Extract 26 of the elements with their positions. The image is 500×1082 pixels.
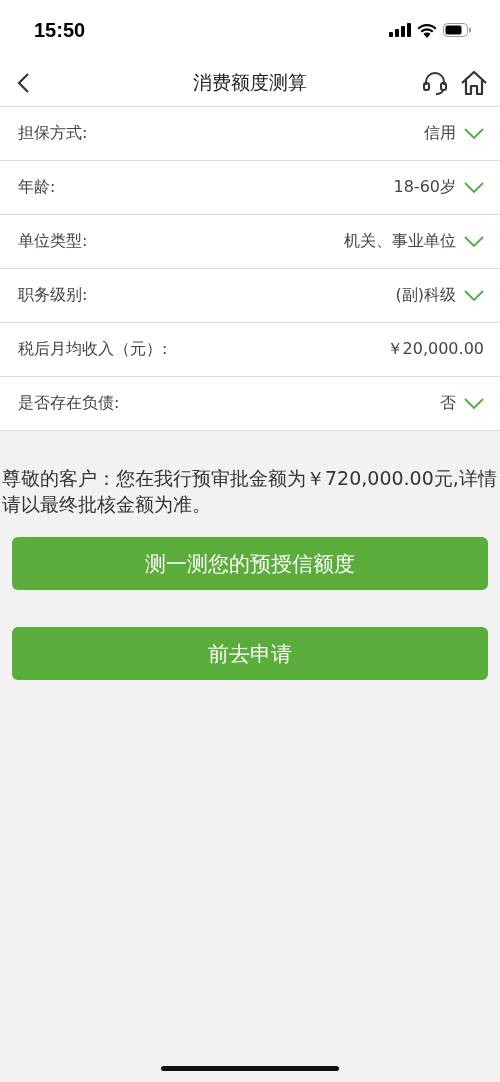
field-label: 年龄: — [18, 177, 56, 198]
select-field[interactable]: (副)科级 — [395, 285, 484, 306]
field-label: 职务级别: — [18, 285, 88, 306]
field-label: 是否存在负债: — [18, 393, 120, 414]
status-time: 15:50 — [34, 18, 86, 42]
home-icon[interactable] — [460, 70, 488, 96]
field-label: 税后月均收入（元）: — [18, 339, 168, 360]
signal-icon — [389, 23, 411, 37]
field-label: 担保方式: — [18, 123, 88, 144]
chevron-down-icon — [464, 127, 484, 140]
chevron-down-icon — [464, 397, 484, 410]
chevron-down-icon — [464, 289, 484, 302]
chevron-down-icon — [464, 235, 484, 248]
select-field[interactable]: 否 — [440, 393, 484, 414]
back-icon[interactable] — [16, 72, 30, 94]
battery-icon — [443, 23, 472, 37]
headset-icon[interactable] — [422, 70, 448, 96]
field-label: 单位类型: — [18, 231, 88, 252]
wifi-icon — [417, 22, 437, 38]
notice-text: 尊敬的客户：您在我行预审批金额为￥720,000.00元,详情请以最终批核金额为准。 — [1, 466, 498, 517]
select-field[interactable]: 18-60岁 — [393, 177, 484, 198]
input-field[interactable]: ￥20,000.00 — [386, 339, 484, 360]
chevron-down-icon — [464, 181, 484, 194]
select-field[interactable]: 信用 — [424, 123, 484, 144]
select-field[interactable]: 机关、事业单位 — [344, 231, 484, 252]
page-title: 消费额度测算 — [193, 70, 307, 95]
